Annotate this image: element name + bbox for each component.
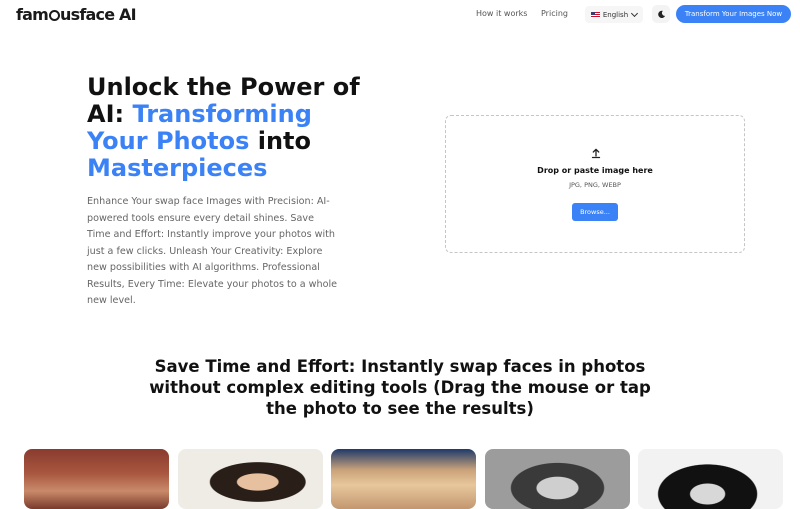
- hero-title-highlight2: Masterpieces: [87, 154, 268, 182]
- logo[interactable]: fam usface AI: [16, 5, 137, 24]
- logo-o-icon: [48, 10, 60, 21]
- upload-title: Drop or paste image here: [537, 166, 653, 175]
- hero-description: Enhance Your swap face Images with Preci…: [87, 196, 338, 306]
- browse-button[interactable]: Browse...: [572, 203, 618, 221]
- nav-pricing[interactable]: Pricing: [541, 9, 568, 18]
- moon-icon: [657, 10, 665, 18]
- gallery-photo-5[interactable]: [638, 449, 783, 509]
- section-title: Save Time and Effort: Instantly swap fac…: [149, 357, 651, 418]
- language-selector[interactable]: English: [585, 6, 643, 23]
- hero-title: Unlock the Power of AI: Transforming You…: [87, 74, 377, 182]
- chevron-down-icon: [631, 9, 639, 17]
- gallery-photo-4[interactable]: [485, 449, 630, 509]
- upload-formats: JPG, PNG, WEBP: [569, 181, 621, 189]
- nav-how-it-works[interactable]: How it works: [476, 9, 527, 18]
- logo-text-start: fam: [16, 5, 49, 24]
- language-label: English: [602, 10, 629, 19]
- gallery-photo-3[interactable]: [331, 449, 476, 509]
- theme-toggle-button[interactable]: [652, 5, 670, 23]
- transform-images-button[interactable]: Transform Your Images Now: [676, 5, 791, 23]
- gallery-photo-2[interactable]: [178, 449, 323, 509]
- gallery-photo-1[interactable]: [24, 449, 169, 509]
- upload-icon: [591, 148, 601, 159]
- us-flag-icon: [590, 11, 600, 18]
- hero-title-part3: into: [249, 127, 311, 155]
- logo-text-end: usface AI: [60, 5, 137, 24]
